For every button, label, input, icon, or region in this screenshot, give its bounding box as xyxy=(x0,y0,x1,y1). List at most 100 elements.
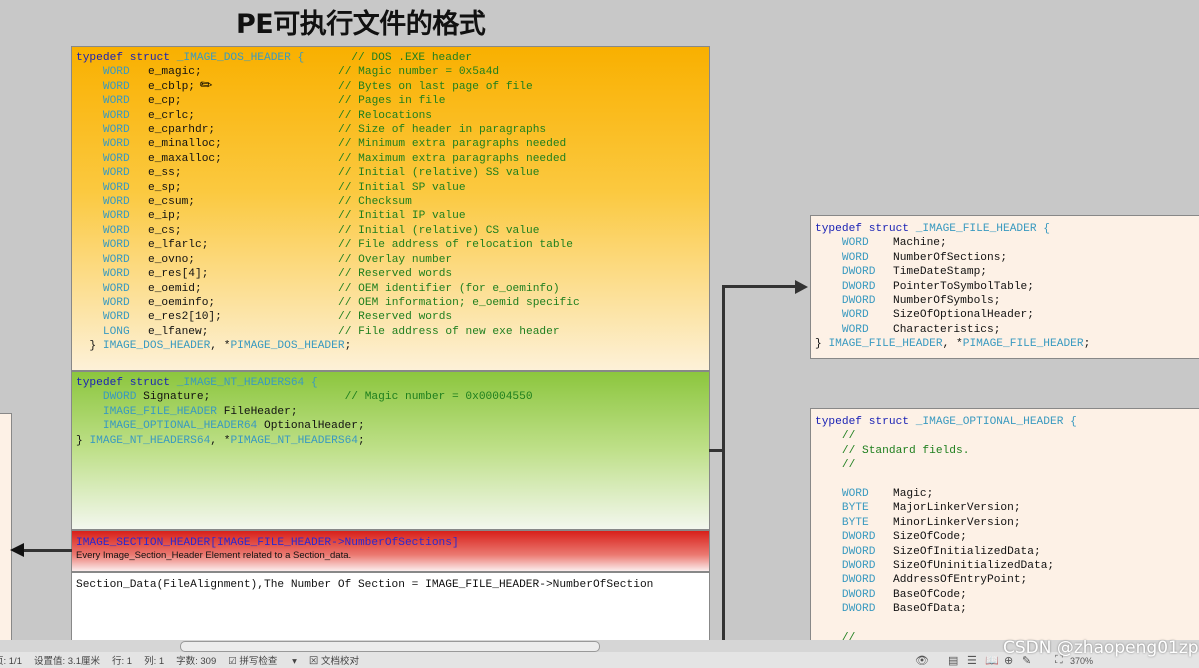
field-name: MinorLinkerVersion; xyxy=(893,516,1021,529)
field-row: WORD e_cp; // Pages in file xyxy=(76,94,705,108)
field-name: MajorLinkerVersion; xyxy=(893,502,1021,515)
field-name: e_ss; xyxy=(148,167,182,180)
field-row: IMAGE_OPTIONAL_HEADER64 OptionalHeader; xyxy=(76,419,705,433)
field-comment: // Minimum extra paragraphs needed xyxy=(338,138,567,151)
field-type: WORD xyxy=(102,282,130,295)
field-row: DWORD BaseOfCode; xyxy=(815,588,1199,602)
field-type: BYTE xyxy=(841,502,869,515)
field-row: BYTE MinorLinkerVersion; xyxy=(815,516,1199,530)
field-type: IMAGE_FILE_HEADER xyxy=(102,405,217,418)
field-row: WORD NumberOfSections; xyxy=(815,251,1199,265)
field-row: LONG e_lfanew; // File address of new exe … xyxy=(76,325,705,339)
field-type: WORD xyxy=(102,167,130,180)
separator: , * xyxy=(210,340,231,353)
field-name: BaseOfData; xyxy=(893,603,967,616)
field-type: WORD xyxy=(841,323,869,336)
field-type: WORD xyxy=(841,237,869,250)
field-name: e_ip; xyxy=(148,210,182,223)
field-row: WORD Magic; xyxy=(815,487,1199,501)
field-type: BYTE xyxy=(841,516,869,529)
field-comment: // Initial (relative) SS value xyxy=(338,167,540,180)
field-comment: // Initial SP value xyxy=(338,181,466,194)
field-type: WORD xyxy=(102,124,130,137)
field-name: e_cparhdr; xyxy=(148,124,216,137)
field-row: DWORD AddressOfEntryPoint; xyxy=(815,573,1199,587)
struct-open: typedef struct _IMAGE_NT_HEADERS64 { xyxy=(76,376,705,390)
spell-check-button[interactable]: ☑ 拼写检查 ▾ xyxy=(228,653,297,667)
scrollbar-thumb[interactable] xyxy=(180,641,600,652)
status-row: 行: 1 xyxy=(112,656,133,667)
field-row: DWORD PointerToSymbolTable; xyxy=(815,280,1199,294)
field-comment: // OEM information; e_oemid specific xyxy=(338,296,580,309)
field-name: Signature; xyxy=(136,391,211,404)
field-type: WORD xyxy=(102,210,130,223)
field-comment: // File address of relocation table xyxy=(338,239,573,252)
field-comment: // OEM identifier (for e_oeminfo) xyxy=(338,282,560,295)
field-name: Machine; xyxy=(893,237,947,250)
connector-nt xyxy=(709,449,723,452)
field-name: SizeOfOptionalHeader; xyxy=(893,309,1034,322)
field-name: NumberOfSymbols; xyxy=(893,295,1001,308)
field-type: WORD xyxy=(102,296,130,309)
field-type: WORD xyxy=(841,488,869,501)
eye-icon[interactable]: 👁 xyxy=(915,654,929,667)
field-name: e_magic; xyxy=(148,66,202,79)
field-name: OptionalHeader; xyxy=(257,420,365,433)
comment: // DOS .EXE header xyxy=(304,52,473,64)
field-row: DWORD BaseOfData; xyxy=(815,602,1199,616)
proofread-button[interactable]: ⊠ 文档校对 xyxy=(309,653,371,667)
field-comment: // Pages in file xyxy=(338,95,446,108)
read-view-icon[interactable]: 📖 xyxy=(985,654,999,667)
brace: } xyxy=(76,340,103,353)
field-row: WORD e_cparhdr; // Size of header in parag… xyxy=(76,123,705,137)
field-name: Characteristics; xyxy=(893,323,1001,336)
field-type: DWORD xyxy=(102,391,137,404)
comment: // xyxy=(815,430,856,443)
field-type: DWORD xyxy=(841,266,876,279)
comment: // Standard fields. xyxy=(815,444,970,457)
field-name: SizeOfCode; xyxy=(893,531,967,544)
field-name: e_cp; xyxy=(148,95,182,108)
semicolon: ; xyxy=(358,434,365,447)
field-row: WORD e_maxalloc; // Maximum extra paragrap… xyxy=(76,152,705,166)
struct-name: _IMAGE_FILE_HEADER { xyxy=(909,223,1050,235)
field-type: DWORD xyxy=(841,603,876,616)
keyword: typedef struct xyxy=(815,416,909,428)
proof-label: 文档校对 xyxy=(321,656,360,667)
nt-headers-block: typedef struct _IMAGE_NT_HEADERS64 { DWO… xyxy=(71,371,710,530)
field-comment: // Maximum extra paragraphs needed xyxy=(338,152,567,165)
field-type: WORD xyxy=(841,309,869,322)
field-row: WORD e_sp; // Initial SP value xyxy=(76,181,705,195)
field-row: WORD e_cs; // Initial (relative) CS value xyxy=(76,224,705,238)
optional-header-block: typedef struct _IMAGE_OPTIONAL_HEADER { … xyxy=(810,408,1199,643)
keyword: typedef struct xyxy=(76,377,170,389)
section-header-note: Every Image_Section_Header Element relat… xyxy=(76,550,352,562)
status-page: 页: 1/1 xyxy=(0,656,22,667)
field-name: e_oeminfo; xyxy=(148,296,216,309)
struct-name: _IMAGE_OPTIONAL_HEADER { xyxy=(909,416,1077,428)
field-type: WORD xyxy=(102,66,130,79)
field-row: WORD e_res[4]; // Reserved words xyxy=(76,267,705,281)
field-type: LONG xyxy=(102,325,130,338)
field-type: WORD xyxy=(102,152,130,165)
keyword: typedef struct xyxy=(815,223,909,235)
field-type: WORD xyxy=(102,181,130,194)
struct-name: _IMAGE_NT_HEADERS64 { xyxy=(170,377,318,389)
separator: , * xyxy=(942,338,963,351)
field-type: DWORD xyxy=(841,545,876,558)
field-row: WORD e_csum; // Checksum xyxy=(76,195,705,209)
field-row: WORD e_magic; // Magic number = 0x5a4d xyxy=(76,65,705,79)
field-comment: // Size of header in paragraphs xyxy=(338,124,547,137)
field-comment: // Reserved words xyxy=(338,311,453,324)
field-name: SizeOfInitializedData; xyxy=(893,545,1041,558)
field-name: e_csum; xyxy=(148,196,195,209)
field-name: e_oemid; xyxy=(148,282,202,295)
outline-view-icon[interactable]: ☰ xyxy=(967,654,977,667)
typedef-name: IMAGE_DOS_HEADER xyxy=(102,340,211,353)
field-comment: // Checksum xyxy=(338,196,412,209)
struct-close: } IMAGE_DOS_HEADER, *PIMAGE_DOS_HEADER; xyxy=(76,339,705,353)
field-row: DWORD SizeOfCode; xyxy=(815,530,1199,544)
page-view-icon[interactable]: ▤ xyxy=(948,654,958,667)
field-comment: // Initial IP value xyxy=(338,210,466,223)
field-comment: // Magic number = 0x00004550 xyxy=(210,391,533,404)
